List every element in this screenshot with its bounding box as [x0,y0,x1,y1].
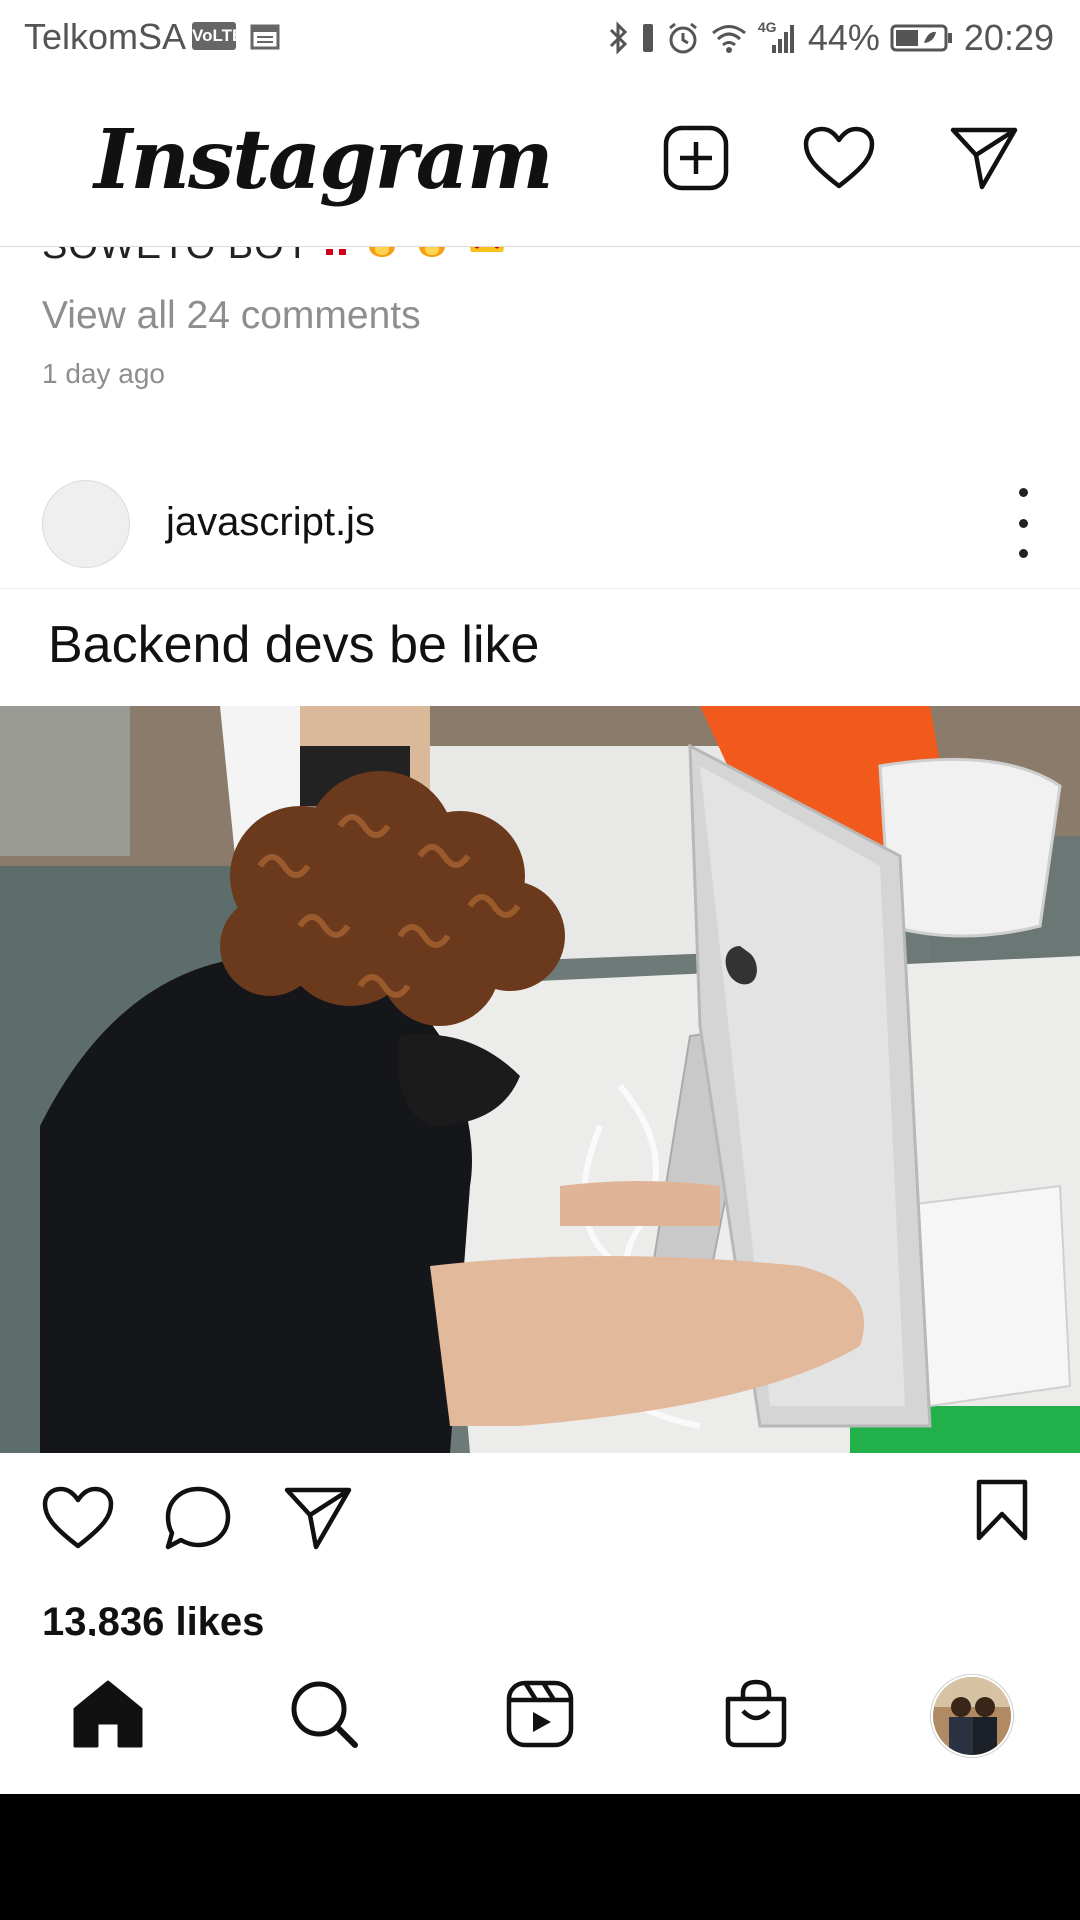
alarm-icon [666,21,700,55]
bluetooth-icon [608,20,630,56]
post-timestamp: 1 day ago [42,358,165,389]
home-icon [72,1679,144,1754]
comment-button[interactable] [158,1480,238,1560]
caption-text: SOWETO BOY [42,246,311,267]
battery-icon [890,23,954,53]
post-username[interactable]: javascript.js [166,500,375,545]
post-photo-illustration [0,706,1080,1453]
avatar[interactable] [42,480,130,568]
view-all-comments-link[interactable]: View all 24 comments [42,294,421,338]
wifi-icon [710,22,748,54]
search-icon [289,1679,359,1754]
meme-title: Backend devs be like [48,616,540,674]
paper-plane-icon [949,125,1019,196]
post-actions [0,1479,1080,1576]
battery-percent: 44% [807,17,880,58]
fire-emoji-icon [413,246,451,268]
nav-search[interactable] [280,1672,368,1760]
nav-profile[interactable] [928,1672,1016,1760]
instagram-logo[interactable]: Instagram [94,112,554,208]
share-button[interactable] [278,1480,358,1560]
volte-badge: VoLTE [192,22,243,50]
nav-home[interactable] [64,1672,152,1760]
double-exclamation-emoji-icon [322,246,352,268]
speech-bubble-icon [164,1485,232,1556]
reels-icon [506,1680,574,1753]
save-button[interactable] [962,1472,1042,1552]
post-header: javascript.js [0,460,1080,589]
bookmark-icon [974,1478,1030,1547]
nav-shop[interactable] [712,1672,800,1760]
instagram-screen: TelkomSA VoLTE 4G 44% 20:29 Instagram SO… [0,0,1080,1794]
shopping-bag-icon [723,1679,789,1754]
signal-icon: 4G [757,19,798,55]
paper-plane-icon [283,1485,353,1556]
carrier-name: TelkomSA [24,16,187,57]
meme-caption-area: Backend devs be like [0,589,1080,706]
status-bar: TelkomSA VoLTE 4G 44% 20:29 [0,0,1080,76]
network-type: 4G [757,19,777,35]
direct-messages-button[interactable] [946,122,1022,198]
dot [1018,518,1028,528]
bottom-navigation [0,1636,1080,1794]
clock-time: 20:29 [963,17,1054,58]
nav-reels[interactable] [496,1672,584,1760]
profile-avatar [931,1675,1013,1757]
previous-post-caption: SOWETO BOY [42,246,511,268]
dot [1018,488,1028,497]
fire-emoji-icon [363,246,401,268]
activity-button[interactable] [801,122,877,198]
calendar-icon [250,22,280,55]
more-options-button[interactable] [1008,488,1038,558]
heart-icon [42,1486,114,1555]
like-button[interactable] [38,1480,118,1560]
feed[interactable]: SOWETO BOY View all 24 comments 1 day ag… [0,246,1080,1636]
post-photo[interactable] [0,706,1080,1453]
plus-square-icon [663,125,729,196]
crown-emoji-icon [463,246,511,268]
top-app-bar: Instagram [0,76,1080,247]
likes-count[interactable]: 13,836 likes [42,1600,264,1636]
new-post-button[interactable] [658,122,734,198]
heart-icon [803,126,875,195]
dot [1018,549,1028,558]
vibrate-icon [640,21,656,55]
